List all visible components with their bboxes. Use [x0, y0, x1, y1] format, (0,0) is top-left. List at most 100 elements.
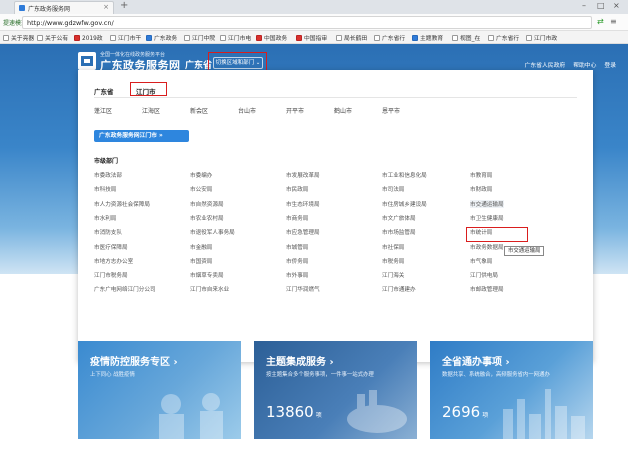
bookmark-item[interactable]: 关于亮器: [3, 33, 34, 42]
dept-link[interactable]: 广东广电网络江门分公司: [94, 285, 156, 293]
theme-service-card[interactable]: 主题集成服务 › 按主题集合多个服务事项，一件事一站式办理 13860 项: [254, 341, 417, 439]
login-link[interactable]: 登录: [604, 60, 616, 69]
dept-link[interactable]: 市退役军人事务局: [190, 228, 235, 236]
dept-link[interactable]: 江门海关: [382, 271, 404, 279]
bookmark-item[interactable]: 广东省行: [488, 33, 519, 42]
browser-tab-bar: 广东政务服务网 × + – □ ×: [0, 0, 628, 14]
bookmark-item[interactable]: 中国政务: [256, 33, 287, 42]
bookmark-item[interactable]: 广东省行: [374, 33, 405, 42]
dept-link[interactable]: 市交通运输局: [470, 199, 504, 208]
menu-icon[interactable]: ≡: [610, 17, 617, 26]
dept-link[interactable]: 市卫生健康局: [470, 214, 504, 222]
dept-link[interactable]: 市农业农村局: [190, 214, 224, 222]
dept-link[interactable]: 市教育局: [470, 171, 492, 179]
dept-link[interactable]: 江门市自来水业: [190, 285, 229, 293]
dept-link[interactable]: 市工业和信息化局: [382, 171, 427, 179]
dept-link[interactable]: 市地方志办公室: [94, 257, 133, 265]
dept-link[interactable]: 江门市通建办: [382, 285, 416, 293]
bookmark-icon: [74, 34, 80, 41]
bookmark-item[interactable]: 江门市电: [220, 33, 251, 42]
dept-link[interactable]: 市邮政管理局: [470, 285, 504, 293]
dept-link[interactable]: 江门华润燃气: [286, 285, 320, 293]
dept-link[interactable]: 市社保局: [382, 243, 404, 251]
dept-link[interactable]: 江门供电局: [470, 271, 498, 279]
dept-link[interactable]: 市政务数据局: [470, 243, 504, 251]
dept-link[interactable]: 市委编办: [190, 171, 212, 179]
favicon-icon: [19, 5, 25, 11]
dept-link[interactable]: 市自然资源局: [190, 200, 224, 208]
hand-icon: [347, 390, 407, 433]
dept-link[interactable]: 市气象局: [470, 257, 492, 265]
bookmark-item[interactable]: 2019政: [74, 33, 103, 42]
bookmark-label: 关于亮器: [11, 36, 35, 42]
dept-link[interactable]: 江门市税务局: [94, 271, 128, 279]
card-unit: 项: [482, 412, 489, 419]
bookmark-item[interactable]: 广东政务: [146, 33, 177, 42]
bookmark-icon: [336, 34, 342, 41]
dept-link[interactable]: 市水利局: [94, 214, 116, 222]
close-tab-icon[interactable]: ×: [103, 3, 109, 11]
city-link[interactable]: 开平市: [286, 106, 304, 115]
bookmark-item[interactable]: 江门中院: [184, 33, 215, 42]
province-service-card[interactable]: 全省通办事项 › 数据共享、系统融合，高频服务省内一网通办 2696 项: [430, 341, 593, 439]
dept-link[interactable]: 市发展改革局: [286, 171, 320, 179]
dept-link[interactable]: 市公安局: [190, 185, 212, 193]
header-links: 广东省人民政府 帮助中心 登录: [525, 60, 616, 69]
browser-tab[interactable]: 广东政务服务网 ×: [14, 1, 114, 14]
dept-link[interactable]: 市生态环境局: [286, 200, 320, 208]
url-input[interactable]: http://www.gdzwfw.gov.cn/: [22, 16, 592, 29]
city-link[interactable]: 江海区: [142, 106, 160, 115]
bookmark-item[interactable]: 局长鹤田: [336, 33, 367, 42]
dept-link[interactable]: 市市场监管局: [382, 228, 416, 236]
bookmark-label: 中国指审: [304, 36, 328, 42]
dept-link[interactable]: 市委政法部: [94, 171, 122, 179]
bookmark-item[interactable]: 江门市政: [526, 33, 557, 42]
site-logo-icon[interactable]: [78, 52, 96, 70]
dept-link[interactable]: 市司法局: [382, 185, 404, 193]
city-service-button[interactable]: 广东政务服务网江门市 »: [94, 130, 189, 142]
bookmark-item[interactable]: 关于公有: [37, 33, 68, 42]
dept-link[interactable]: 市住房城乡建设局: [382, 200, 427, 208]
bookmark-icon: [256, 34, 262, 41]
epidemic-service-card[interactable]: 疫情防控服务专区 › 上下同心 战胜疫情: [78, 341, 241, 439]
card-number-value: 13860: [266, 403, 314, 421]
dept-link[interactable]: 市城管局: [286, 243, 308, 251]
dept-link[interactable]: 市国资局: [190, 257, 212, 265]
dept-link[interactable]: 市税务局: [382, 257, 404, 265]
province-label[interactable]: 广东省: [94, 86, 114, 96]
city-link[interactable]: 鹤山市: [334, 106, 352, 115]
site-page: 全国一体化在线政务服务平台 广东政务服务网 广东省 切换区域和部门 ⌄ 广东省人…: [0, 44, 628, 468]
dept-tooltip: 市交通运输局: [504, 246, 545, 256]
dept-link[interactable]: 市人力资源社会保障局: [94, 200, 150, 208]
dept-link[interactable]: 市商务局: [286, 214, 308, 222]
dept-link[interactable]: 市烟草专卖局: [190, 271, 224, 279]
dept-link[interactable]: 市民政局: [286, 185, 308, 193]
city-link[interactable]: 台山市: [238, 106, 256, 115]
gov-link[interactable]: 广东省人民政府: [525, 60, 566, 69]
city-link[interactable]: 恩平市: [382, 106, 400, 115]
address-bar: 提速模式 http://www.gdzwfw.gov.cn/ ⇄ ≡: [0, 14, 628, 31]
card-title: 全省通办事项 ›: [442, 357, 510, 368]
maximize-icon[interactable]: □: [597, 1, 605, 10]
bookmark-item[interactable]: 江门市干: [110, 33, 141, 42]
bookmark-item[interactable]: 视图_在: [452, 33, 480, 42]
close-window-icon[interactable]: ×: [613, 1, 620, 10]
dept-link[interactable]: 市文广旅体局: [382, 214, 416, 222]
new-tab-button[interactable]: +: [120, 0, 128, 11]
dept-link[interactable]: 市侨务局: [286, 257, 308, 265]
bookmark-label: 主题教育: [420, 36, 444, 42]
bookmark-item[interactable]: 中国指审: [296, 33, 327, 42]
city-link[interactable]: 新会区: [190, 106, 208, 115]
help-link[interactable]: 帮助中心: [573, 60, 596, 69]
share-icon[interactable]: ⇄: [597, 17, 604, 26]
bookmark-item[interactable]: 主题教育: [412, 33, 443, 42]
dept-link[interactable]: 市应急管理局: [286, 228, 320, 236]
dept-link[interactable]: 市消防支队: [94, 228, 122, 236]
dept-link[interactable]: 市外事局: [286, 271, 308, 279]
dept-link[interactable]: 市财政局: [470, 185, 492, 193]
dept-link[interactable]: 市医疗保障局: [94, 243, 128, 251]
minimize-icon[interactable]: –: [582, 1, 586, 10]
dept-link[interactable]: 市科技局: [94, 185, 116, 193]
dept-link[interactable]: 市金融局: [190, 243, 212, 251]
city-link[interactable]: 蓬江区: [94, 106, 112, 115]
